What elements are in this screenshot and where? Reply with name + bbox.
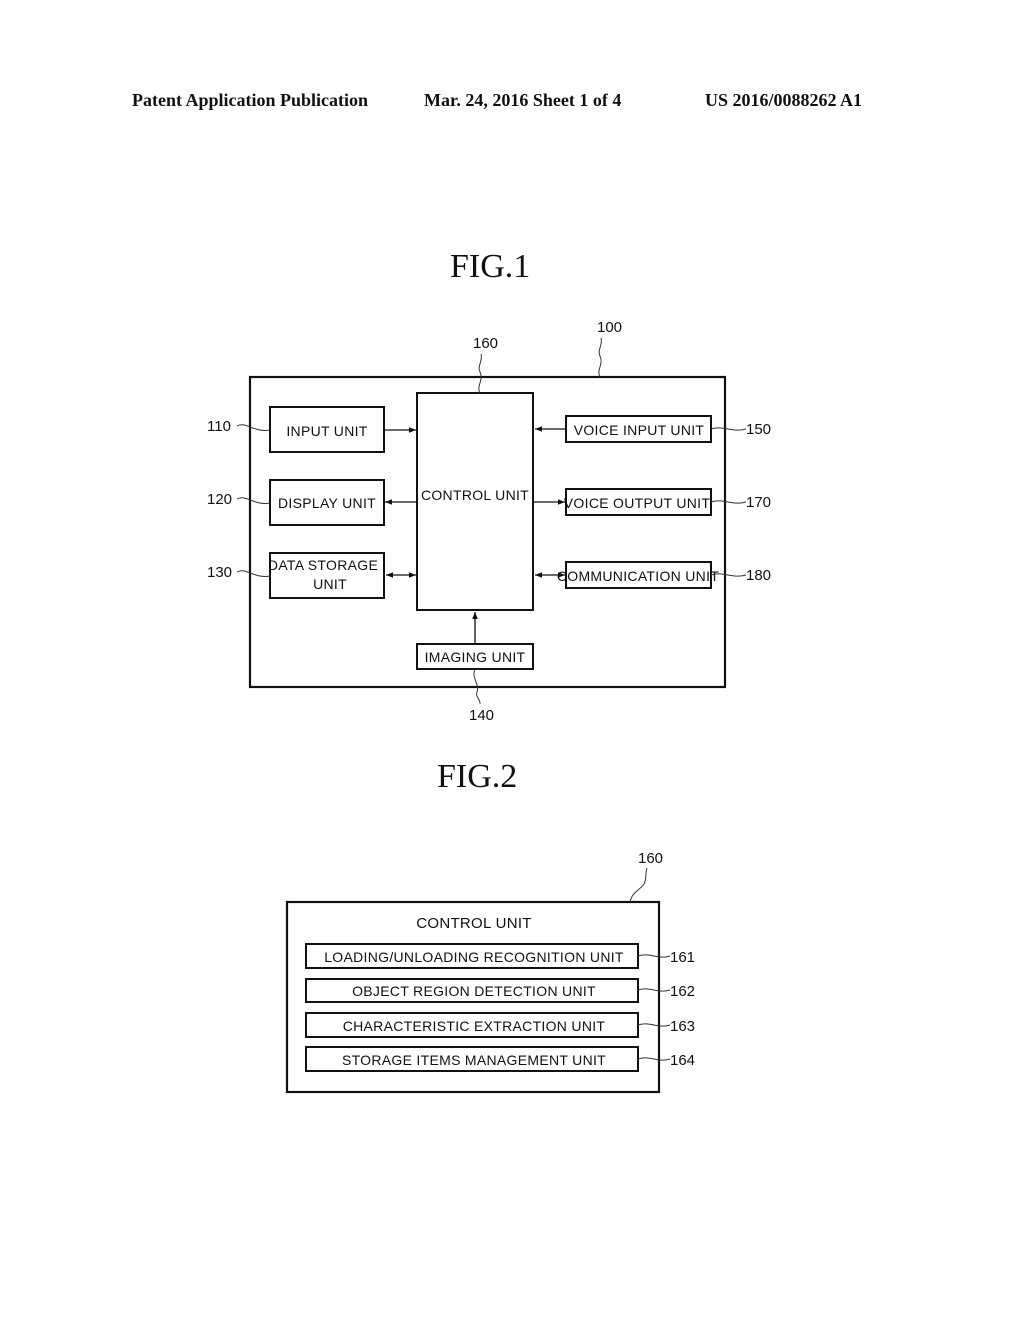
sub-unit-162-label: OBJECT REGION DETECTION UNIT [352, 983, 596, 999]
leader-120 [236, 497, 271, 504]
leader-130 [236, 570, 271, 577]
leader-161 [637, 954, 671, 958]
sub-unit-163-label: CHARACTERISTIC EXTRACTION UNIT [343, 1018, 606, 1034]
communication-unit-label: COMMUNICATION UNIT [557, 568, 719, 584]
fig2-control-unit-label: CONTROL UNIT [416, 915, 532, 932]
ref-161: 161 [670, 949, 695, 966]
ref-162: 162 [670, 983, 695, 1000]
ref-160: 160 [473, 335, 498, 352]
ref-110: 110 [207, 418, 231, 435]
display-unit-label: DISPLAY UNIT [278, 495, 376, 511]
sub-unit-161-label: LOADING/UNLOADING RECOGNITION UNIT [324, 949, 624, 965]
ref-150: 150 [746, 421, 771, 438]
leader-170 [710, 500, 747, 504]
sub-unit-164-label: STORAGE ITEMS MANAGEMENT UNIT [342, 1052, 606, 1068]
ref-130: 130 [207, 564, 232, 581]
voice-output-unit-label: VOICE OUTPUT UNIT [564, 495, 711, 511]
input-unit-label: INPUT UNIT [286, 423, 367, 439]
ref-140: 140 [469, 707, 494, 724]
data-storage-label-line2: UNIT [313, 576, 347, 592]
fig2-diagram: CONTROL UNIT 160 LOADING/UNLOADING RECOG… [285, 850, 695, 1094]
leader-163 [637, 1023, 671, 1027]
leader-150 [710, 427, 747, 431]
ref-fig2-160: 160 [638, 850, 663, 867]
leader-164 [637, 1057, 671, 1061]
control-unit-label: CONTROL UNIT [421, 487, 529, 503]
data-storage-label-line1: DATA STORAGE [268, 557, 378, 573]
ref-164: 164 [670, 1052, 695, 1069]
leader-160 [478, 353, 482, 394]
leader-fig2-160 [629, 867, 648, 903]
ref-180: 180 [746, 567, 771, 584]
fig1-diagram: 100 CONTROL UNIT 160 INPUT UNIT 110 DISP… [207, 319, 771, 724]
imaging-unit-label: IMAGING UNIT [425, 649, 526, 665]
ref-163: 163 [670, 1018, 695, 1035]
ref-120: 120 [207, 491, 232, 508]
leader-162 [637, 988, 671, 992]
diagram-canvas: 100 CONTROL UNIT 160 INPUT UNIT 110 DISP… [207, 319, 771, 1094]
ref-100: 100 [597, 319, 622, 336]
voice-input-unit-label: VOICE INPUT UNIT [574, 422, 705, 438]
ref-170: 170 [746, 494, 771, 511]
leader-100 [598, 337, 602, 378]
leader-110 [236, 424, 271, 431]
